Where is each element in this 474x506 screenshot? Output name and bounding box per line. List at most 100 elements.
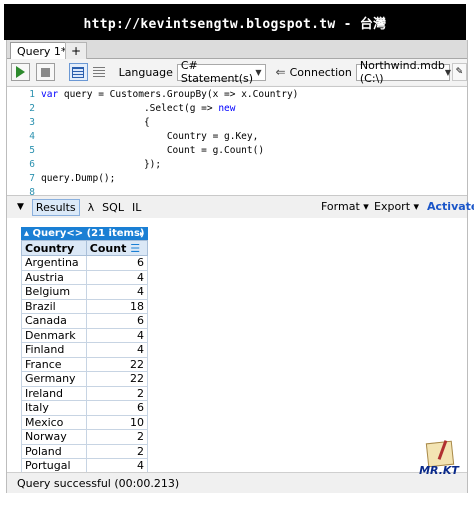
cell-country: Denmark [21,327,87,343]
cell-count: 4 [85,327,149,343]
keyword-new: new [218,103,236,114]
connection-plug-icon: ⇐ [275,65,286,79]
line-number: 3 [29,117,35,128]
cell-count: 22 [85,371,149,387]
cell-count: 4 [85,458,149,472]
cell-count: 18 [85,298,149,314]
line-number-gutter: 1 2 3 4 5 6 7 8 [7,87,37,198]
chevron-right-icon: ▸ [139,229,144,238]
table-row: Austria 4 [21,269,149,285]
tab-results[interactable]: Results [31,198,80,216]
query-result-header[interactable]: ▴ Query<> (21 items) ▸ [21,227,148,240]
column-header-label: Count [89,241,127,255]
watermark-logo: MR.KT [413,440,465,486]
table-row: Argentina 6 [21,255,149,271]
table-row: Canada 6 [21,313,149,329]
cell-count: 6 [85,400,149,416]
stop-button[interactable] [35,63,55,81]
code-line-6: }); [41,159,162,170]
cell-country: Belgium [21,284,87,300]
text-list-icon [93,66,106,78]
line-number: 4 [29,131,35,142]
cell-country: Norway [21,429,87,445]
cell-country: Ireland [21,385,87,401]
keyword-var: var [41,89,59,100]
code-line-2: .Select(g => new [41,103,236,114]
language-select[interactable]: C# Statement(s) ▼ [176,59,266,85]
code-line-5: Count = g.Count() [41,145,265,156]
activate-link[interactable]: Activate [427,200,474,213]
code-editor[interactable]: 1 2 3 4 5 6 7 8 var query = Customers.Gr… [7,86,467,198]
table-row: Belgium 4 [21,284,149,300]
table-row: Italy 6 [21,400,149,416]
results-grid-button[interactable] [68,63,88,81]
cell-country: Argentina [21,255,87,271]
table-row: Germany 22 [21,371,149,387]
code-line-3: { [41,117,150,128]
query-toolbar: Language C# Statement(s) ▼ ⇐ Connection … [7,59,467,85]
collapse-results-icon[interactable]: ▼ [17,202,24,212]
cell-count: 4 [85,284,149,300]
code-line-4: Country = g.Key, [41,131,259,142]
cell-count: 22 [85,356,149,372]
cell-count: 6 [85,313,149,329]
status-bar: Query successful (00:00.213) [7,472,467,493]
connection-select[interactable]: Northwind.mdb (C:\) ▼ [355,59,451,85]
connection-edit-button[interactable]: ✎ [451,63,467,81]
table-row: Brazil 18 [21,298,149,314]
table-row: Ireland 2 [21,385,149,401]
code-text: .Select(g => [41,103,219,114]
execute-button[interactable] [11,63,30,81]
format-menu[interactable]: Format ▾ [321,200,369,213]
results-table: Country Count ☰ Argentina 6 Austria 4 Belgiu… [21,240,149,472]
play-icon [15,66,25,78]
tab-sql[interactable]: SQL [102,201,124,214]
cell-country: Mexico [21,414,87,430]
tab-lambda[interactable]: λ [88,201,95,214]
results-toolbar: ▼ Results λ SQL IL Format ▾ Export ▾ Act… [7,197,474,217]
export-menu[interactable]: Export ▾ [374,200,419,213]
tab-query-1[interactable]: Query 1* [10,42,74,59]
cell-count: 2 [85,385,149,401]
language-select-value: C# Statement(s) [180,59,254,85]
stop-icon [40,67,50,77]
column-sum-icon[interactable]: ☰ [130,242,140,255]
chevron-down-icon: ▼ [444,67,451,77]
line-number: 6 [29,159,35,170]
table-row: Norway 2 [21,429,149,445]
banner-text: http://kevintsengtw.blogspot.tw - 台灣 [83,16,387,32]
language-label: Language [118,65,173,79]
pencil-icon: ✎ [455,67,464,77]
column-header-label: Country [25,241,75,255]
plus-icon: + [70,44,82,58]
line-number: 1 [29,89,35,100]
logo-text: MR.KT [419,464,459,477]
cell-country: Canada [21,313,87,329]
column-header-country[interactable]: Country [21,240,87,256]
cell-country: France [21,356,87,372]
line-number: 7 [29,173,35,184]
cell-country: Finland [21,342,87,358]
code-line-7: query.Dump(); [41,173,116,184]
table-row: Portugal 4 [21,458,149,472]
linqpad-window: Query 1* + Language C# Statement(s) ▼ ⇐ … [6,40,474,493]
tab-il[interactable]: IL [132,201,141,214]
cell-count: 10 [85,414,149,430]
cell-count: 2 [85,443,149,459]
cell-count: 4 [85,342,149,358]
cell-country: Brazil [21,298,87,314]
results-panel: ▴ Query<> (21 items) ▸ Country Count ☰ A… [7,218,467,472]
table-row: Mexico 10 [21,414,149,430]
query-result-title: ▴ Query<> (21 items) [24,228,145,239]
code-text: query = Customers.GroupBy(x => x.Country… [58,89,299,100]
cell-country: Portugal [21,458,87,472]
cell-country: Italy [21,400,87,416]
results-text-button[interactable] [90,63,109,81]
new-query-tab-button[interactable]: + [65,42,87,59]
column-header-count[interactable]: Count ☰ [85,240,149,256]
table-row: Finland 4 [21,342,149,358]
grid-icon [72,66,85,78]
table-row: France 22 [21,356,149,372]
cell-count: 6 [85,255,149,271]
cell-country: Austria [21,269,87,285]
